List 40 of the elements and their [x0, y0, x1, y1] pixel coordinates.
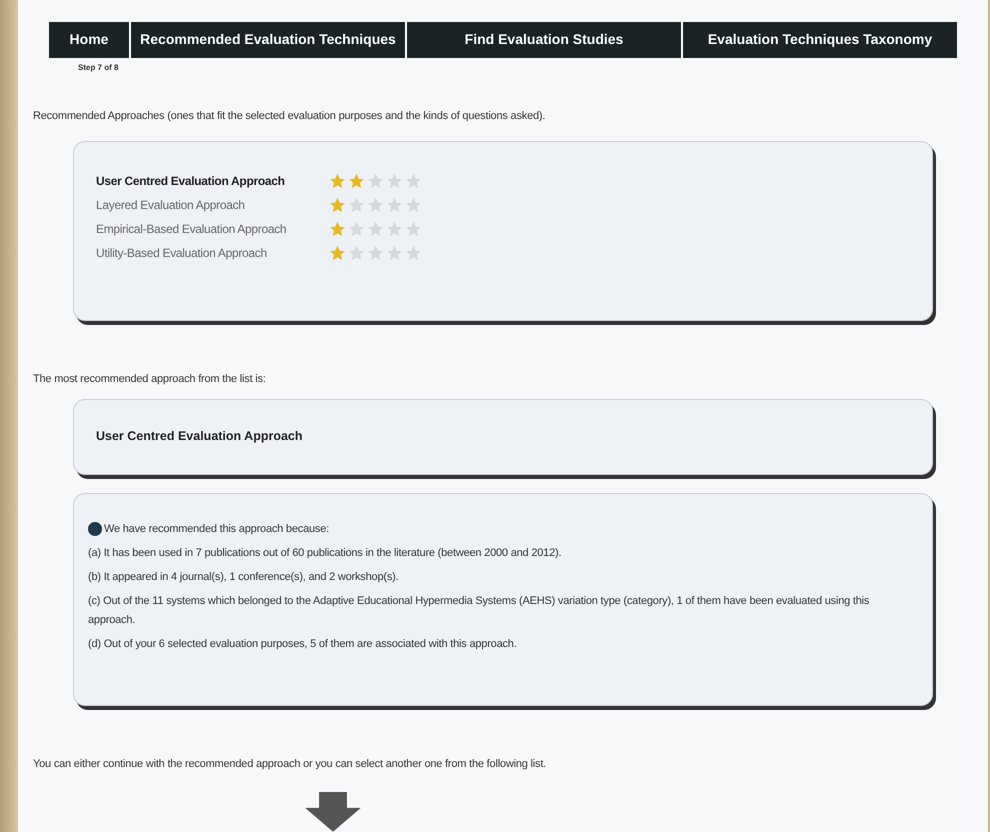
star-icon — [366, 220, 385, 238]
nav-tab[interactable]: Home — [49, 22, 131, 58]
reason-text: (c) Out of the 11 systems which belonged to the Adaptive Educational Hypermedia Systems (AEHS) variation type (category), 1 of them have been evaluated using this approach. — [88, 594, 870, 628]
star-icon — [385, 244, 404, 262]
nav-tab[interactable]: Find Evaluation Studies — [407, 22, 683, 58]
reason-text: (b) It appeared in 4 journal(s), 1 conference(s), and 2 workshop(s). — [88, 570, 400, 585]
step-indicator: Step 7 of 8 — [78, 62, 118, 74]
footer-text: You can either continue with the recommended approach or you can select another one from the following list. — [33, 756, 548, 772]
star-icon — [328, 196, 347, 214]
star-icon — [328, 244, 347, 262]
reason-text: (a) It has been used in 7 publications out of 60 publications in the literature (between 2000 and 2012). — [88, 546, 562, 561]
star-icon — [404, 172, 423, 190]
most-approach: User Centred Evaluation Approach — [96, 428, 303, 446]
star-icon — [385, 220, 404, 238]
star-icon — [366, 196, 385, 214]
most-label: The most recommended approach from the list is: — [33, 372, 267, 387]
approach-name[interactable]: Empirical-Based Evaluation Approach — [96, 220, 328, 238]
reasons-title: We have recommended this approach because: — [104, 522, 329, 537]
star-icon — [385, 172, 404, 190]
reason-text: (d) Out of your 6 selected evaluation purposes, 5 of them are associated with this approach. — [88, 636, 518, 652]
star-icon — [366, 244, 385, 262]
star-icon — [366, 172, 385, 190]
down-arrow-icon — [303, 792, 363, 832]
star-icon — [328, 172, 347, 190]
approach-name[interactable]: Layered Evaluation Approach — [96, 196, 328, 214]
approach-name[interactable]: User Centred Evaluation Approach — [96, 172, 328, 190]
star-icon — [347, 244, 366, 262]
nav-tab[interactable]: Evaluation Techniques Taxonomy — [683, 22, 957, 58]
star-icon — [347, 220, 366, 238]
star-icon — [328, 220, 347, 238]
star-icon — [404, 244, 423, 262]
star-icon — [385, 196, 404, 214]
star-icon — [347, 196, 366, 214]
intro-text: Recommended Approaches (ones that fit the selected evaluation purposes and the kinds of questions asked). — [33, 108, 546, 124]
info-icon — [88, 522, 102, 536]
star-icon — [404, 220, 423, 238]
nav-tab[interactable]: Recommended Evaluation Techniques — [131, 22, 407, 58]
star-icon — [347, 172, 366, 190]
approach-name[interactable]: Utility-Based Evaluation Approach — [96, 244, 328, 262]
star-icon — [404, 196, 423, 214]
